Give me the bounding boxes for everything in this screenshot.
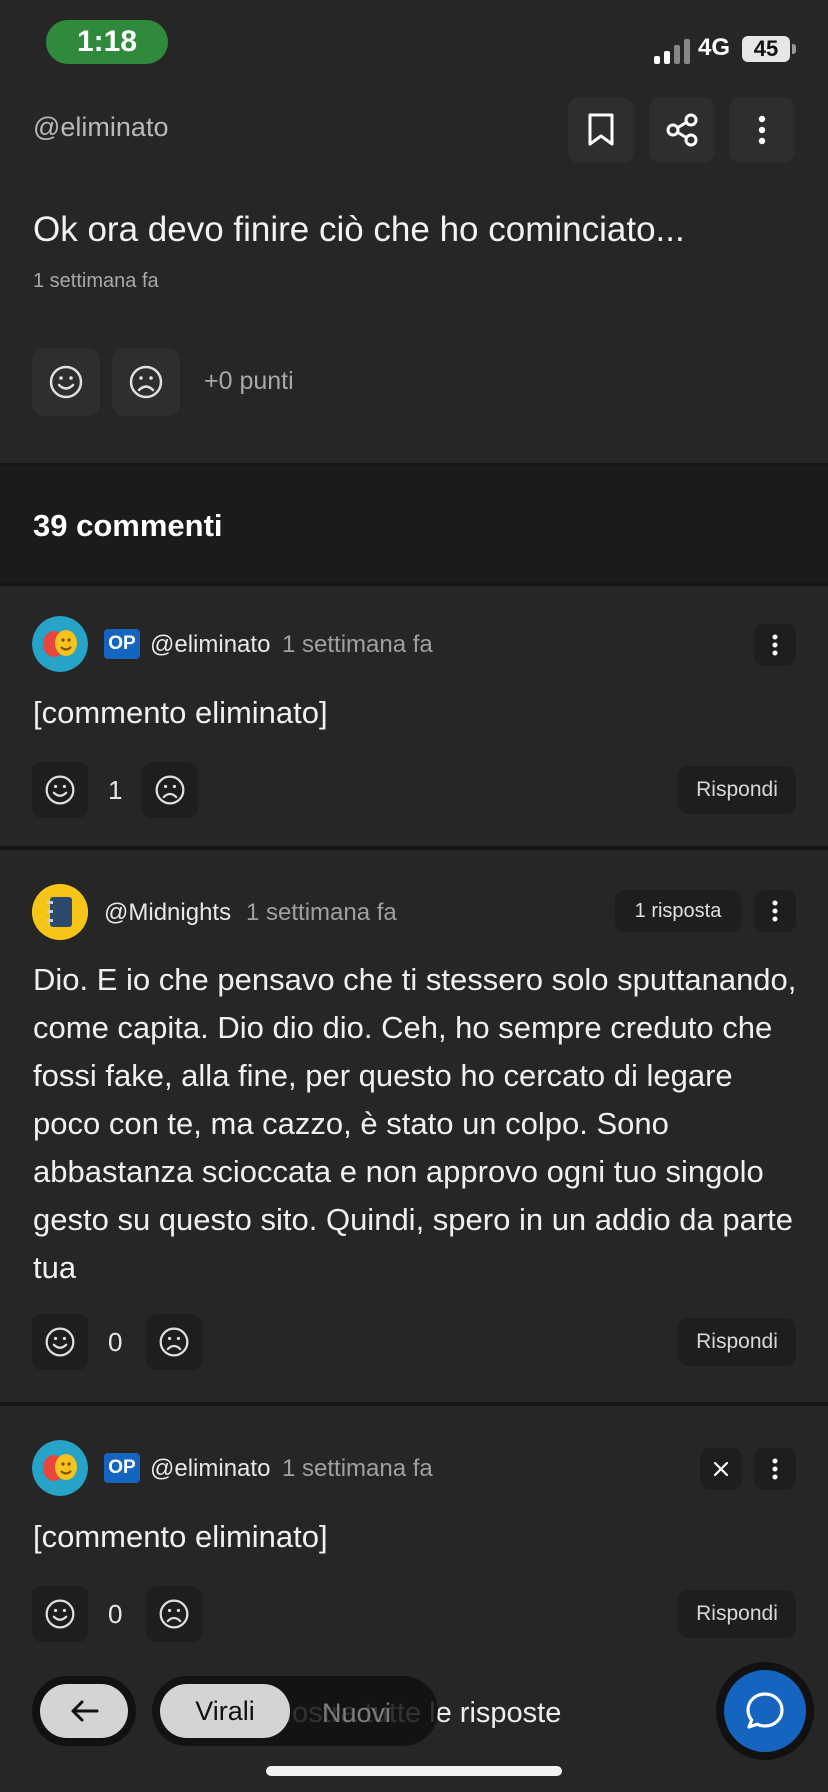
avatar[interactable] xyxy=(32,1440,88,1496)
comment-more-button[interactable] xyxy=(754,1448,796,1490)
comment-downvote-button[interactable] xyxy=(146,1314,202,1370)
tab-nuovi[interactable]: Nuovi xyxy=(322,1698,391,1729)
reply-button[interactable]: Rispondi xyxy=(678,1590,796,1638)
comment-more-button[interactable] xyxy=(754,890,796,932)
bookmark-icon xyxy=(588,113,614,146)
upvote-button[interactable] xyxy=(32,348,100,416)
more-vertical-icon xyxy=(758,115,766,145)
more-vertical-icon xyxy=(772,900,778,922)
downvote-button[interactable] xyxy=(112,348,180,416)
post-time: 1 settimana fa xyxy=(33,270,159,292)
more-options-button[interactable] xyxy=(729,97,795,163)
share-button[interactable] xyxy=(649,97,715,163)
back-button[interactable] xyxy=(40,1684,128,1738)
more-vertical-icon xyxy=(772,634,778,656)
post-points: +0 punti xyxy=(204,367,294,395)
op-badge: OP xyxy=(104,629,140,659)
comment-downvote-button[interactable] xyxy=(142,762,198,818)
theater-masks-icon xyxy=(32,616,88,672)
comment-text: [commento eliminato] xyxy=(33,1519,328,1554)
home-indicator xyxy=(266,1766,562,1776)
close-icon xyxy=(713,1461,729,1477)
tab-virali[interactable]: Virali xyxy=(160,1684,290,1738)
chat-bubble-icon xyxy=(746,1692,784,1729)
more-vertical-icon xyxy=(772,1458,778,1480)
bookmark-button[interactable] xyxy=(568,97,634,163)
close-button[interactable] xyxy=(700,1448,742,1490)
post-author[interactable]: @eliminato xyxy=(33,112,168,143)
status-time[interactable]: 1:18 xyxy=(46,20,168,64)
comment-author[interactable]: @Midnights xyxy=(104,899,231,927)
signal-icon xyxy=(654,38,690,64)
network-type: 4G xyxy=(698,34,731,61)
comment-time: 1 settimana fa xyxy=(282,1455,433,1482)
comment-item: OP @eliminato 1 settimana fa [commento e… xyxy=(0,1406,828,1672)
avatar[interactable] xyxy=(32,884,88,940)
comment-score: 1 xyxy=(108,775,123,805)
comment-time: 1 settimana fa xyxy=(246,899,397,926)
share-icon xyxy=(666,113,698,147)
smile-icon xyxy=(49,365,83,399)
comment-score: 0 xyxy=(108,1327,123,1357)
avatar[interactable] xyxy=(32,616,88,672)
frown-icon xyxy=(159,1599,189,1629)
comment-upvote-button[interactable] xyxy=(32,762,88,818)
comment-downvote-button[interactable] xyxy=(146,1586,202,1642)
comment-item: OP @eliminato 1 settimana fa [commento e… xyxy=(0,586,828,846)
frown-icon xyxy=(129,365,163,399)
comment-time: 1 settimana fa xyxy=(282,631,433,658)
notebook-icon xyxy=(32,884,88,940)
reply-button[interactable]: Rispondi xyxy=(678,1318,796,1366)
comment-more-button[interactable] xyxy=(754,624,796,666)
post-title: Ok ora devo finire ciò che ho cominciato… xyxy=(33,210,685,249)
smile-icon xyxy=(45,1599,75,1629)
comment-score: 0 xyxy=(108,1599,123,1629)
smile-icon xyxy=(45,1327,75,1357)
battery-icon: 45 xyxy=(742,36,790,62)
comment-upvote-button[interactable] xyxy=(32,1586,88,1642)
comment-author[interactable]: @eliminato xyxy=(150,1455,270,1483)
comment-upvote-button[interactable] xyxy=(32,1314,88,1370)
theater-masks-icon xyxy=(32,1440,88,1496)
op-badge: OP xyxy=(104,1453,140,1483)
new-comment-button[interactable] xyxy=(724,1670,806,1752)
smile-icon xyxy=(45,775,75,805)
status-bar: 1:18 4G 45 xyxy=(0,0,828,90)
replies-count-button[interactable]: 1 risposta xyxy=(615,890,741,932)
comments-header: 39 commenti xyxy=(0,466,828,582)
comments-count: 39 commenti xyxy=(33,508,223,543)
frown-icon xyxy=(159,1327,189,1357)
arrow-left-icon xyxy=(71,1700,99,1722)
comment-item: @Midnights 1 settimana fa 1 risposta Dio… xyxy=(0,850,828,1402)
comment-text: Dio. E io che pensavo che ti stessero so… xyxy=(33,962,797,1285)
comment-author[interactable]: @eliminato xyxy=(150,631,270,659)
battery-tip xyxy=(792,44,796,54)
comment-text: [commento eliminato] xyxy=(33,695,328,730)
reply-button[interactable]: Rispondi xyxy=(678,766,796,814)
frown-icon xyxy=(155,775,185,805)
